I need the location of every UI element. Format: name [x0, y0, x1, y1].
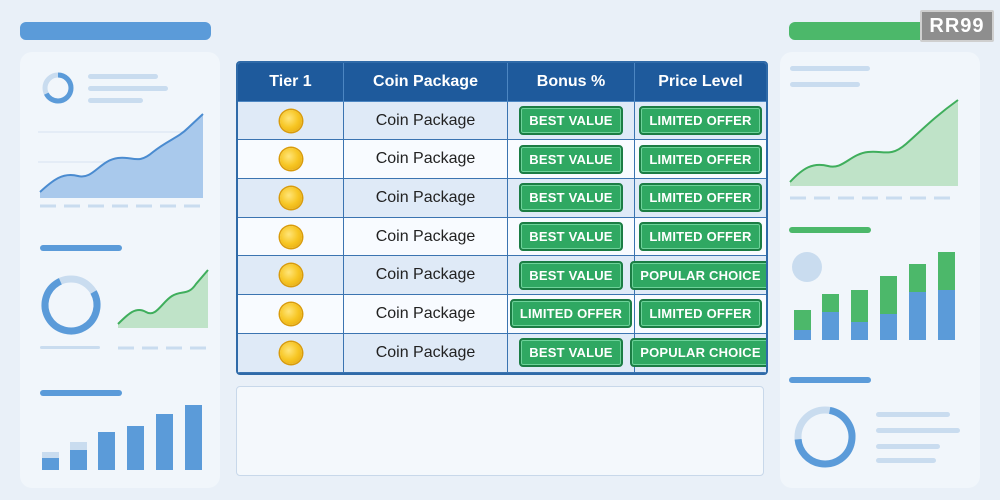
price-badge[interactable]: LIMITED OFFER	[639, 144, 762, 174]
tier-cell	[238, 140, 344, 180]
coin-icon	[279, 186, 302, 209]
price-cell: LIMITED OFFER	[635, 218, 766, 257]
coin-package-table: Tier 1 Coin Package Bonus % Price Level …	[236, 61, 768, 375]
price-badge[interactable]: POPULAR CHOICE	[630, 338, 766, 368]
package-cell: Coin Package	[344, 295, 508, 334]
left-text-line-1	[88, 74, 158, 79]
bonus-badge[interactable]: BEST VALUE	[519, 144, 623, 174]
price-cell: LIMITED OFFER	[635, 140, 766, 180]
price-badge[interactable]: LIMITED OFFER	[639, 183, 762, 213]
package-cell: Coin Package	[344, 217, 508, 257]
top-left-bar	[20, 22, 211, 40]
package-label: Coin Package	[375, 188, 476, 206]
bonus-badge[interactable]: BEST VALUE	[519, 260, 623, 290]
right-section-bar-green	[789, 227, 871, 233]
tier-cell	[238, 333, 344, 373]
bonus-cell: BEST VALUE	[508, 179, 635, 218]
package-label: Coin Package	[375, 150, 476, 168]
right-text-line-3	[876, 412, 950, 417]
coin-icon	[279, 302, 302, 325]
right-green-area-chart	[789, 99, 959, 200]
left-donut-small-icon	[42, 72, 74, 104]
package-cell: Coin Package	[344, 333, 508, 373]
left-dash-under-donut	[40, 346, 100, 349]
table-row[interactable]: Coin Package BEST VALUE POPULAR CHOICE	[238, 333, 766, 373]
tier-cell	[238, 256, 344, 296]
table-row[interactable]: Coin Package LIMITED OFFER LIMITED OFFER	[238, 295, 766, 334]
bonus-badge[interactable]: BEST VALUE	[519, 106, 623, 136]
package-label: Coin Package	[375, 227, 476, 245]
coin-icon	[279, 341, 302, 364]
bonus-cell: BEST VALUE	[508, 333, 635, 373]
price-badge[interactable]: LIMITED OFFER	[639, 299, 762, 329]
bonus-badge[interactable]: BEST VALUE	[519, 183, 623, 213]
left-donut-large-icon	[41, 275, 101, 335]
right-text-line-1	[790, 66, 870, 71]
right-donut-icon	[794, 406, 856, 468]
details-panel	[236, 386, 764, 476]
price-badge[interactable]: POPULAR CHOICE	[630, 260, 766, 290]
bonus-cell: BEST VALUE	[508, 217, 635, 257]
tier-cell	[238, 179, 344, 218]
left-green-area-chart	[117, 269, 209, 350]
left-section-bar-1	[40, 245, 122, 251]
package-cell: Coin Package	[344, 179, 508, 218]
logo-watermark: RR99	[920, 10, 994, 42]
coin-icon	[279, 225, 302, 248]
right-text-line-4	[876, 428, 960, 433]
table-row[interactable]: Coin Package BEST VALUE POPULAR CHOICE	[238, 256, 766, 296]
left-area-chart	[38, 113, 204, 208]
left-text-line-2	[88, 86, 168, 91]
right-stacked-bar-chart	[794, 252, 955, 340]
tier-cell	[238, 295, 344, 334]
table-header-row: Tier 1 Coin Package Bonus % Price Level	[238, 63, 766, 102]
header-coin-package[interactable]: Coin Package	[344, 63, 508, 102]
tier-cell	[238, 101, 344, 141]
header-tier[interactable]: Tier 1	[238, 63, 344, 102]
package-label: Coin Package	[375, 111, 476, 129]
price-cell: LIMITED OFFER	[635, 179, 766, 218]
bonus-badge[interactable]: BEST VALUE	[519, 338, 623, 368]
coin-icon	[279, 109, 302, 132]
bonus-cell: BEST VALUE	[508, 140, 635, 180]
header-price-level[interactable]: Price Level	[635, 63, 766, 102]
price-cell: LIMITED OFFER	[635, 295, 766, 334]
left-section-bar-2	[40, 390, 122, 396]
left-text-line-3	[88, 98, 143, 103]
price-badge[interactable]: LIMITED OFFER	[639, 106, 762, 136]
package-cell: Coin Package	[344, 101, 508, 141]
tier-cell	[238, 217, 344, 257]
price-badge[interactable]: LIMITED OFFER	[639, 222, 762, 252]
coin-icon	[279, 148, 302, 171]
table-row[interactable]: Coin Package BEST VALUE LIMITED OFFER	[238, 101, 766, 141]
package-label: Coin Package	[375, 266, 476, 284]
left-bar-chart	[42, 405, 202, 470]
bonus-cell: LIMITED OFFER	[508, 295, 635, 334]
right-text-line-2	[790, 82, 860, 87]
price-cell: LIMITED OFFER	[635, 102, 766, 141]
package-cell: Coin Package	[344, 140, 508, 180]
bonus-cell: BEST VALUE	[508, 101, 635, 141]
coin-icon	[279, 264, 302, 287]
table-row[interactable]: Coin Package BEST VALUE LIMITED OFFER	[238, 140, 766, 180]
right-text-line-5	[876, 444, 940, 449]
right-section-bar-blue	[789, 377, 871, 383]
package-label: Coin Package	[375, 343, 476, 361]
table-row[interactable]: Coin Package BEST VALUE LIMITED OFFER	[238, 217, 766, 257]
bonus-badge[interactable]: LIMITED OFFER	[509, 299, 633, 329]
right-text-line-6	[876, 458, 936, 463]
bonus-cell: BEST VALUE	[508, 256, 635, 296]
bonus-badge[interactable]: BEST VALUE	[519, 222, 623, 252]
price-cell: POPULAR CHOICE	[630, 334, 766, 373]
table-row[interactable]: Coin Package BEST VALUE LIMITED OFFER	[238, 179, 766, 218]
header-bonus[interactable]: Bonus %	[508, 63, 635, 102]
price-cell: POPULAR CHOICE	[630, 256, 766, 296]
package-cell: Coin Package	[344, 256, 508, 296]
package-label: Coin Package	[375, 304, 476, 322]
